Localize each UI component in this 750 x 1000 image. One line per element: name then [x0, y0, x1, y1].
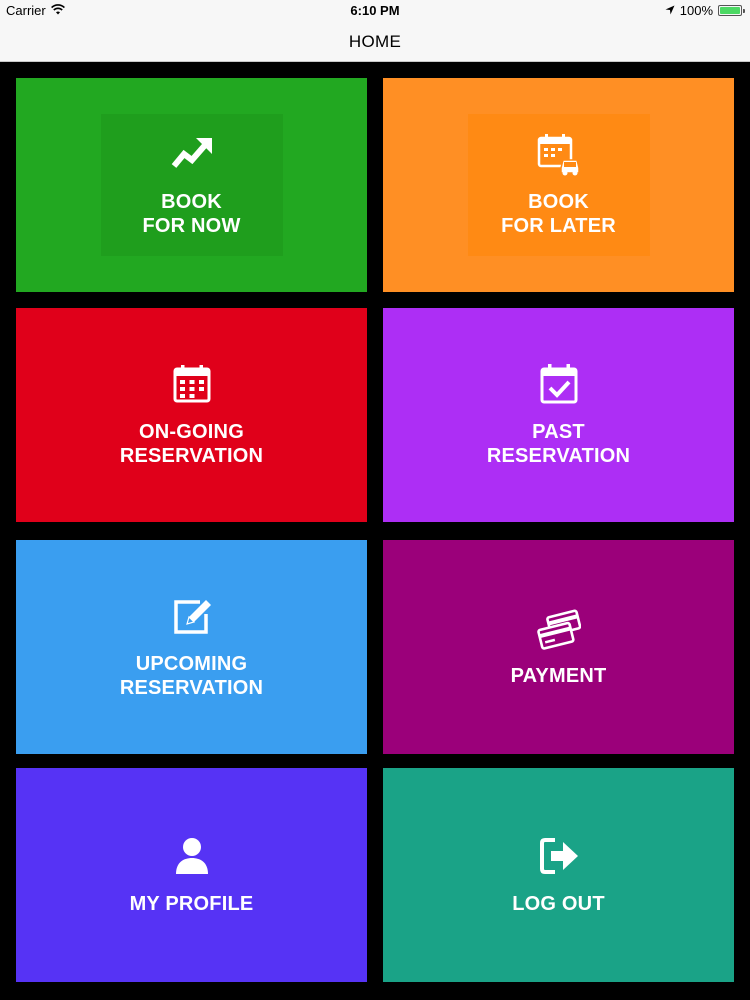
log-out-button[interactable]: LOG OUT [383, 768, 734, 982]
location-arrow-icon [665, 3, 675, 18]
status-time: 6:10 PM [350, 3, 400, 18]
my-profile-button[interactable]: MY PROFILE [16, 768, 367, 982]
battery-fill [720, 7, 740, 14]
book-for-later-inner: BOOK FOR LATER [467, 114, 650, 256]
book-for-now-label: BOOK FOR NOW [142, 191, 241, 237]
payment-button[interactable]: PAYMENT [383, 540, 734, 754]
battery-icon [718, 5, 745, 16]
credit-cards-icon [536, 606, 581, 650]
book-for-later-label: BOOK FOR LATER [501, 191, 616, 237]
upcoming-reservation-button[interactable]: UPCOMING RESERVATION [16, 540, 367, 754]
calendar-grid-icon [170, 362, 214, 406]
status-bar-right: 100% [665, 3, 745, 18]
log-out-label: LOG OUT [512, 893, 605, 915]
payment-inner: PAYMENT [468, 576, 650, 718]
past-reservation-label: PAST RESERVATION [486, 421, 631, 467]
user-icon [170, 834, 214, 878]
book-for-later-button[interactable]: BOOK FOR LATER [383, 78, 734, 292]
past-reservation-inner: PAST RESERVATION [468, 344, 650, 486]
book-for-now-inner: BOOK FOR NOW [100, 114, 283, 256]
edit-icon [170, 594, 214, 638]
calendar-check-icon [537, 362, 581, 406]
logout-icon [537, 834, 581, 878]
upcoming-reservation-inner: UPCOMING RESERVATION [101, 576, 283, 718]
ongoing-reservation-inner: ON-GOING RESERVATION [101, 344, 283, 486]
my-profile-label: MY PROFILE [129, 893, 254, 915]
battery-percent: 100% [679, 3, 713, 18]
home-menu-grid: BOOK FOR NOW BOOK FOR LATER ON-GOING RES… [0, 63, 750, 1000]
navigation-bar: HOME [0, 22, 750, 62]
past-reservation-button[interactable]: PAST RESERVATION [383, 308, 734, 522]
trending-up-icon [170, 132, 214, 176]
book-for-now-button[interactable]: BOOK FOR NOW [16, 78, 367, 292]
calendar-car-icon [537, 132, 581, 176]
log-out-inner: LOG OUT [468, 804, 650, 946]
upcoming-reservation-label: UPCOMING RESERVATION [119, 653, 264, 699]
my-profile-inner: MY PROFILE [101, 804, 283, 946]
page-title: HOME [348, 31, 402, 51]
status-bar: Carrier 6:10 PM 100% [0, 0, 750, 22]
ongoing-reservation-label: ON-GOING RESERVATION [119, 421, 264, 467]
ongoing-reservation-button[interactable]: ON-GOING RESERVATION [16, 308, 367, 522]
payment-label: PAYMENT [510, 665, 607, 687]
